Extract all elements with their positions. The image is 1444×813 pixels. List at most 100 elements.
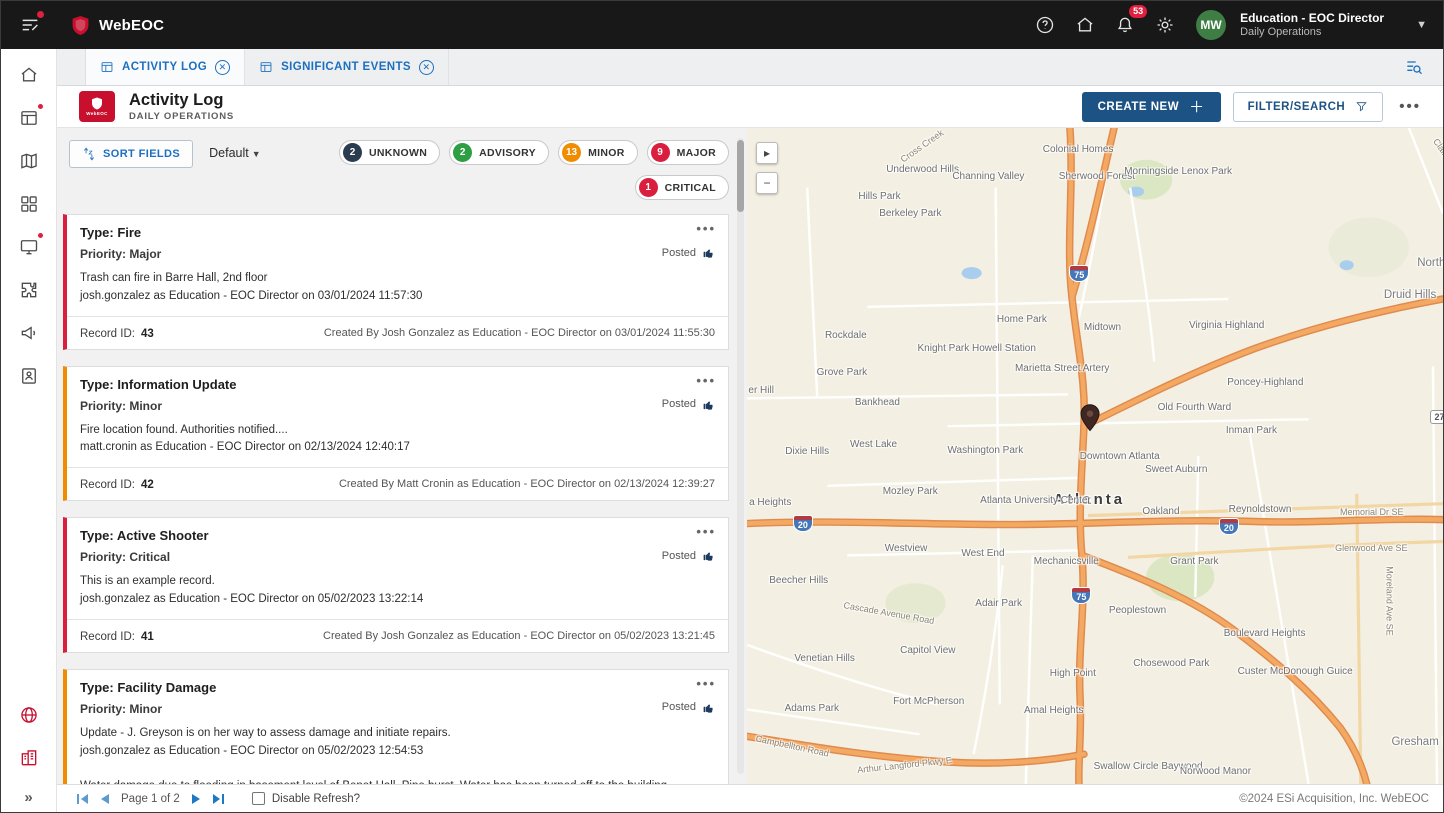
pill-label: MINOR: [588, 147, 625, 159]
checkbox-icon[interactable]: [252, 792, 265, 805]
help-icon[interactable]: [1030, 10, 1060, 40]
pill-label: ADVISORY: [479, 147, 536, 159]
close-icon[interactable]: ✕: [419, 60, 434, 75]
record-body-line: Fire location found. Authorities notifie…: [80, 422, 715, 440]
displays-alert-dot: [37, 232, 44, 239]
brand: WebEOC: [71, 15, 164, 36]
activity-log-list-panel: SORT FIELDS Default▼ 2 UNKNOWN: [57, 128, 747, 784]
sidebar-plugins-icon[interactable]: [17, 278, 41, 302]
map-label: Virginia Highland: [1189, 320, 1264, 331]
sidebar-translate-icon[interactable]: [17, 703, 41, 727]
record-card[interactable]: Type: Facility Damage Priority: Minor ••…: [63, 669, 729, 784]
pill-critical[interactable]: 1 CRITICAL: [635, 175, 729, 200]
map-label: Washington Park: [947, 445, 1023, 456]
pill-minor[interactable]: 13 MINOR: [558, 140, 638, 165]
sidebar-maps-icon[interactable]: [17, 149, 41, 173]
map-label: Rockdale: [825, 330, 867, 341]
map-label: Morningside Lenox Park: [1124, 166, 1232, 177]
record-menu-icon[interactable]: •••: [696, 221, 716, 236]
map-labels-layer: Cross CreekColonial HomesUnderwood Hills…: [747, 128, 1443, 784]
next-page-icon[interactable]: [186, 789, 208, 809]
pill-major[interactable]: 9 MAJOR: [647, 140, 729, 165]
sidebar-boards-icon[interactable]: [17, 106, 41, 130]
map-label: Sweet Auburn: [1145, 464, 1207, 475]
disable-refresh-checkbox[interactable]: Disable Refresh?: [252, 792, 360, 805]
record-id-value: 42: [141, 479, 154, 491]
map-label: Hills Park: [858, 191, 900, 202]
record-body-line: josh.gonzalez as Education - EOC Directo…: [80, 288, 715, 306]
map-label: Capitol View: [900, 645, 955, 656]
sort-order-value: Default: [209, 146, 249, 160]
map-label: Chosewood Park: [1133, 658, 1209, 669]
menu-alert-dot: [37, 11, 44, 18]
first-page-icon[interactable]: [71, 789, 93, 809]
topbar-actions: 53 MW Education - EOC Director Daily Ope…: [1030, 10, 1427, 40]
map-label: Amal Heights: [1024, 705, 1083, 716]
previous-page-icon[interactable]: [93, 789, 115, 809]
notifications-icon[interactable]: 53: [1110, 10, 1140, 40]
record-body-line: Water damage due to flooding in basement…: [80, 778, 715, 785]
close-icon[interactable]: ✕: [215, 60, 230, 75]
board-list-search-icon[interactable]: [1399, 52, 1429, 82]
interstate-shield: 20: [1219, 518, 1239, 535]
scrollbar-thumb[interactable]: [737, 140, 744, 212]
record-card[interactable]: Type: Active Shooter Priority: Critical …: [63, 517, 729, 653]
chevron-down-icon[interactable]: ▼: [1416, 19, 1427, 31]
map-label: Peoplestown: [1109, 605, 1166, 616]
map-label: Gresham Park: [1391, 736, 1443, 748]
menu-icon[interactable]: [15, 10, 45, 40]
map-label: Poncey-Highland: [1227, 377, 1303, 388]
list-toolbar: SORT FIELDS Default▼ 2 UNKNOWN: [63, 140, 729, 214]
settings-gear-icon[interactable]: [1150, 10, 1180, 40]
map-panel[interactable]: Cross CreekColonial HomesUnderwood Hills…: [747, 128, 1443, 784]
pill-advisory[interactable]: 2 ADVISORY: [449, 140, 549, 165]
sort-fields-button[interactable]: SORT FIELDS: [69, 140, 193, 168]
map-label: Custer McDonough Guice: [1238, 666, 1353, 677]
pill-unknown[interactable]: 2 UNKNOWN: [339, 140, 440, 165]
map-zoom-out-icon[interactable]: −: [756, 172, 778, 194]
last-page-icon[interactable]: [208, 789, 230, 809]
sidebar-contacts-icon[interactable]: [17, 364, 41, 388]
route-shield: 27: [1430, 410, 1443, 424]
map-label: Cross Creek: [898, 128, 945, 165]
create-new-button[interactable]: CREATE NEW ＋: [1082, 92, 1221, 122]
sidebar-broadcast-icon[interactable]: [17, 321, 41, 345]
map-label: Atlanta University Center: [980, 495, 1091, 506]
map-label: Druid Hills: [1384, 289, 1436, 301]
record-menu-icon[interactable]: •••: [696, 373, 716, 388]
list-scrollbar[interactable]: [737, 138, 744, 774]
record-card[interactable]: Type: Information Update Priority: Minor…: [63, 366, 729, 502]
avatar[interactable]: MW: [1196, 10, 1226, 40]
home-icon[interactable]: [1070, 10, 1100, 40]
webeoc-logo-icon: [71, 15, 90, 36]
sort-fields-label: SORT FIELDS: [103, 148, 180, 160]
record-body-line: [80, 761, 715, 778]
sidebar-organization-icon[interactable]: [17, 746, 41, 770]
tab-significant-events[interactable]: SIGNIFICANT EVENTS ✕: [245, 49, 449, 85]
record-menu-icon[interactable]: •••: [696, 676, 716, 691]
sort-order-dropdown[interactable]: Default▼: [209, 146, 261, 160]
record-id-label: Record ID:: [80, 631, 135, 643]
map-label: Reynoldstown: [1229, 504, 1292, 515]
map-label: Grant Park: [1170, 556, 1218, 567]
map-label: Bankhead: [855, 397, 900, 408]
user-block[interactable]: Education - EOC Director Daily Operation…: [1240, 11, 1384, 40]
tab-label: ACTIVITY LOG: [122, 61, 207, 73]
sidebar-displays-icon[interactable]: [17, 235, 41, 259]
notification-badge: 53: [1129, 5, 1147, 18]
plus-icon: ＋: [1189, 96, 1205, 117]
more-options-icon[interactable]: •••: [1395, 98, 1425, 115]
board-icon: [100, 60, 114, 74]
filter-search-button[interactable]: FILTER/SEARCH: [1233, 92, 1384, 122]
record-type: Type: Information Update: [80, 377, 608, 392]
map-collapse-icon[interactable]: ▸: [756, 142, 778, 164]
record-menu-icon[interactable]: •••: [696, 524, 716, 539]
record-body-line: matt.cronin as Education - EOC Director …: [80, 439, 715, 457]
sidebar-apps-icon[interactable]: [17, 192, 41, 216]
thumbs-up-icon: [702, 549, 715, 562]
record-card[interactable]: Type: Fire Priority: Major ••• Posted Tr…: [63, 214, 729, 350]
sidebar-home-icon[interactable]: [17, 63, 41, 87]
map-pin-icon[interactable]: [1080, 404, 1101, 437]
tab-activity-log[interactable]: ACTIVITY LOG ✕: [85, 49, 245, 85]
sidebar-expand-icon[interactable]: »: [24, 789, 32, 806]
